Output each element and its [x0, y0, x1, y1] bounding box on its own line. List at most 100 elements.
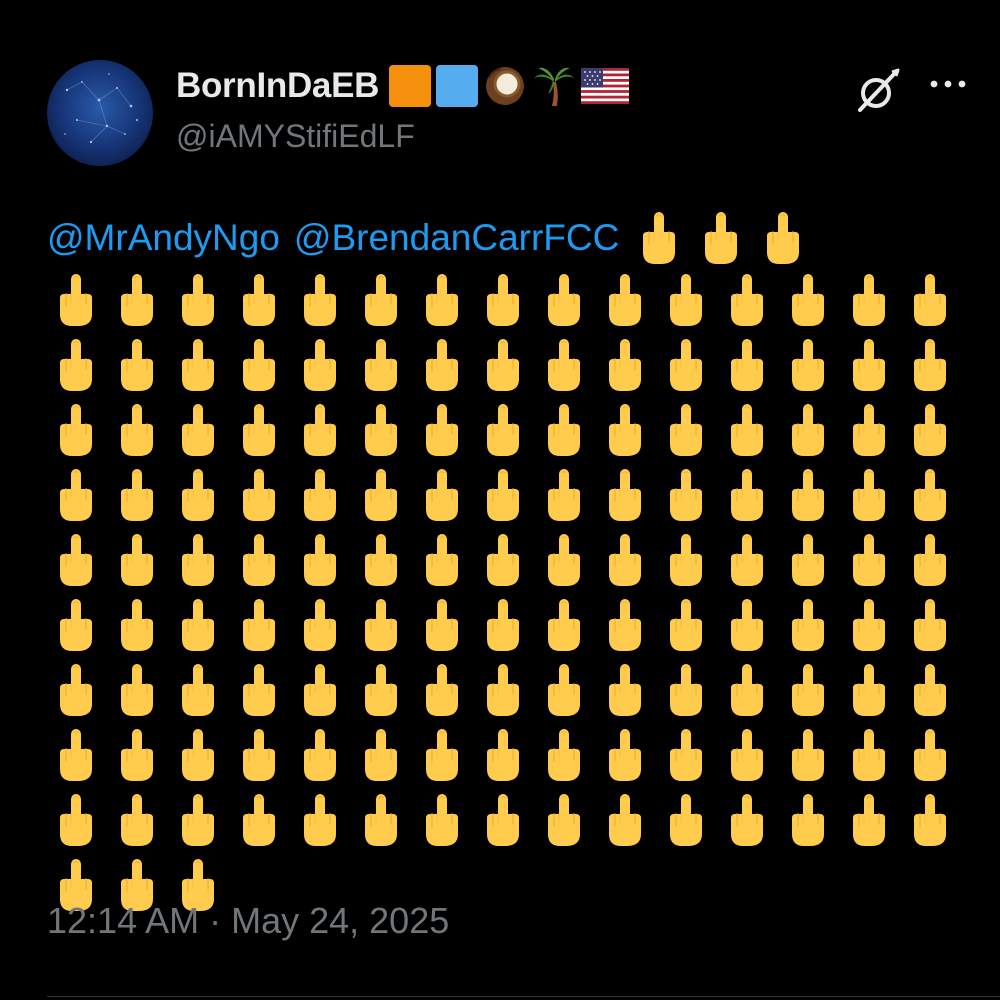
middle-finger-emoji [853, 469, 885, 521]
middle-finger-emoji [304, 469, 336, 521]
middle-finger-emoji [670, 404, 702, 456]
middle-finger-emoji [914, 404, 946, 456]
middle-finger-emoji [426, 534, 458, 586]
middle-finger-emoji [731, 469, 763, 521]
middle-finger-emoji [792, 274, 824, 326]
middle-finger-emoji [914, 274, 946, 326]
middle-finger-emoji [304, 664, 336, 716]
middle-finger-emoji [487, 599, 519, 651]
middle-finger-emoji [548, 534, 580, 586]
middle-finger-emoji [365, 274, 397, 326]
middle-finger-emoji [792, 404, 824, 456]
middle-finger-emoji [792, 339, 824, 391]
middle-finger-emoji [548, 664, 580, 716]
middle-finger-emoji [609, 534, 641, 586]
mention-link[interactable]: @MrAndyNgo [47, 217, 280, 259]
middle-finger-emoji [914, 339, 946, 391]
middle-finger-emoji [670, 599, 702, 651]
middle-finger-emoji [487, 404, 519, 456]
middle-finger-emoji [243, 534, 275, 586]
middle-finger-emoji [426, 794, 458, 846]
middle-finger-emoji [243, 404, 275, 456]
middle-finger-emoji [670, 664, 702, 716]
avatar-image [47, 60, 153, 166]
middle-finger-emoji [182, 794, 214, 846]
tweet-timestamp[interactable]: 12:14 AM · May 24, 2025 [47, 900, 449, 942]
middle-finger-emoji [548, 274, 580, 326]
middle-finger-emoji [853, 534, 885, 586]
middle-finger-emoji [731, 274, 763, 326]
middle-finger-emoji [914, 534, 946, 586]
blue-square-icon [436, 65, 479, 107]
tweet-first-line: @MrAndyNgo @BrendanCarrFCC [47, 210, 967, 266]
middle-finger-emoji [182, 599, 214, 651]
middle-finger-emoji [548, 794, 580, 846]
middle-finger-emoji [487, 794, 519, 846]
middle-finger-emoji [121, 794, 153, 846]
middle-finger-emoji [121, 274, 153, 326]
middle-finger-emoji [182, 274, 214, 326]
middle-finger-emoji [121, 729, 153, 781]
middle-finger-emoji [609, 664, 641, 716]
middle-finger-emoji [487, 339, 519, 391]
middle-finger-emoji [731, 794, 763, 846]
middle-finger-emoji [487, 729, 519, 781]
middle-finger-emoji [914, 599, 946, 651]
middle-finger-emoji [609, 729, 641, 781]
author-handle[interactable]: @iAMYStifiEdLF [176, 118, 415, 155]
middle-finger-emoji [670, 729, 702, 781]
middle-finger-emoji [548, 599, 580, 651]
display-name[interactable]: BornInDaEB [176, 66, 379, 106]
middle-finger-emoji [548, 729, 580, 781]
middle-finger-emoji [243, 794, 275, 846]
middle-finger-emoji [243, 664, 275, 716]
middle-finger-emoji [853, 274, 885, 326]
middle-finger-emoji [304, 599, 336, 651]
middle-finger-emoji [792, 534, 824, 586]
middle-finger-emoji [182, 664, 214, 716]
middle-finger-emoji [914, 469, 946, 521]
middle-finger-emoji [60, 599, 92, 651]
emoji-grid [54, 272, 964, 922]
middle-finger-emoji [548, 404, 580, 456]
middle-finger-emoji [670, 274, 702, 326]
middle-finger-emoji [426, 339, 458, 391]
middle-finger-emoji [121, 404, 153, 456]
middle-finger-emoji [365, 599, 397, 651]
orange-square-icon [389, 65, 432, 107]
middle-finger-emoji [792, 469, 824, 521]
more-options-icon[interactable] [928, 76, 968, 97]
middle-finger-emoji [487, 664, 519, 716]
middle-finger-emoji [182, 339, 214, 391]
middle-finger-emoji [643, 212, 676, 264]
middle-finger-emoji [60, 534, 92, 586]
middle-finger-emoji [365, 664, 397, 716]
mention-link[interactable]: @BrendanCarrFCC [294, 217, 619, 259]
author-name-row[interactable]: BornInDaEB [176, 62, 630, 110]
middle-finger-emoji [792, 794, 824, 846]
middle-finger-emoji [60, 404, 92, 456]
middle-finger-emoji [426, 599, 458, 651]
middle-finger-emoji [792, 599, 824, 651]
middle-finger-emoji [670, 534, 702, 586]
middle-finger-emoji [767, 212, 800, 264]
avatar[interactable] [47, 60, 153, 166]
middle-finger-emoji [60, 729, 92, 781]
middle-finger-emoji [670, 469, 702, 521]
middle-finger-emoji [304, 339, 336, 391]
tweet-text: @MrAndyNgo @BrendanCarrFCC [47, 210, 967, 266]
middle-finger-emoji [304, 274, 336, 326]
middle-finger-emoji [243, 599, 275, 651]
middle-finger-emoji [609, 404, 641, 456]
middle-finger-emoji [731, 729, 763, 781]
middle-finger-emoji [426, 469, 458, 521]
middle-finger-emoji [121, 664, 153, 716]
grok-icon[interactable] [852, 66, 902, 121]
middle-finger-emoji [121, 469, 153, 521]
middle-finger-emoji [705, 212, 738, 264]
middle-finger-emoji [609, 794, 641, 846]
middle-finger-emoji [243, 729, 275, 781]
middle-finger-emoji [609, 469, 641, 521]
middle-finger-emoji [365, 534, 397, 586]
middle-finger-emoji [426, 274, 458, 326]
